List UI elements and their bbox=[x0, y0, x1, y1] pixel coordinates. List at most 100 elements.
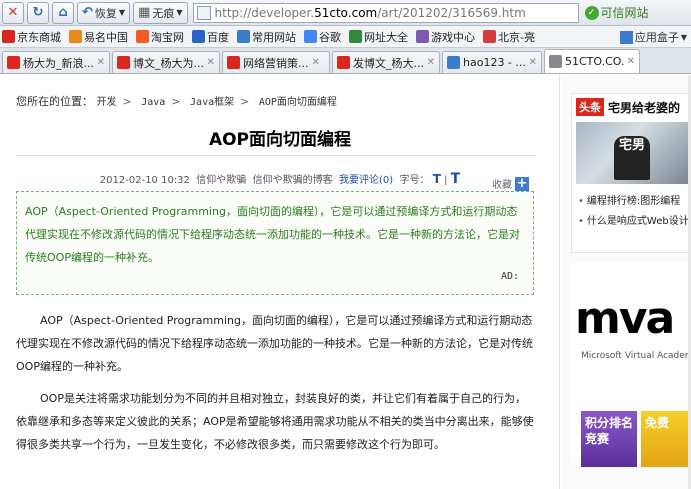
comment-link[interactable]: 我要评论(0) bbox=[339, 175, 393, 186]
weather-icon bbox=[483, 30, 496, 43]
close-icon: ✕ bbox=[7, 5, 19, 20]
url-prefix: http://developer. bbox=[214, 5, 315, 20]
list-item[interactable]: 什么是响应式Web设计 bbox=[578, 212, 689, 232]
check-icon: ✓ bbox=[584, 5, 599, 20]
favorite-label: 京东商城 bbox=[17, 30, 61, 44]
incognito-label: 无痕 bbox=[152, 6, 175, 20]
chevron-down-icon: ▼ bbox=[680, 32, 687, 42]
app-box-button[interactable]: 应用盒子 ▼ bbox=[619, 29, 687, 45]
favorite-label: 网址大全 bbox=[364, 30, 408, 44]
mva-subtitle: Microsoft Virtual Academy bbox=[581, 351, 691, 361]
breadcrumb-item-dev[interactable]: 开发 bbox=[97, 97, 117, 108]
mva-ad[interactable]: mva Microsoft Virtual Academy 积分排名竞赛 免费 bbox=[571, 263, 691, 467]
collect-label: 收藏 bbox=[492, 180, 512, 191]
tab-favicon-icon bbox=[549, 55, 562, 68]
chevron-down-icon: ▼ bbox=[118, 8, 126, 17]
favorite-item[interactable]: 淘宝网 bbox=[136, 29, 184, 45]
tab-close-icon[interactable]: ✕ bbox=[627, 56, 635, 67]
recover-label: 恢复 bbox=[94, 6, 117, 20]
mva-logo: mva bbox=[575, 293, 675, 344]
favorite-item[interactable]: 网址大全 bbox=[349, 29, 408, 45]
incognito-button[interactable]: ▦ 无痕 ▼ bbox=[133, 1, 188, 24]
tab-bar: 杨大为_新浪... ✕ 博文_杨大为... ✕ 网络营销策... ✕ 发博文_杨大... ✕ h… bbox=[0, 48, 691, 74]
headline-list: 编程排行榜:图形编程 什么是响应式Web设计 bbox=[572, 186, 690, 232]
breadcrumb-item-java[interactable]: Java bbox=[141, 97, 165, 108]
google-icon bbox=[304, 30, 317, 43]
article-summary: AOP（Aspect-Oriented Programming，面向切面的编程）… bbox=[16, 191, 534, 295]
article-meta: 2012-02-10 10:32 信仰や欺骗 信仰や欺骗的博客 我要评论(0) … bbox=[99, 171, 461, 187]
tab-item[interactable]: 杨大为_新浪... ✕ bbox=[2, 51, 110, 73]
font-small-button[interactable]: T bbox=[433, 172, 441, 186]
tab-close-icon[interactable]: ✕ bbox=[207, 57, 215, 68]
breadcrumb-item-current: AOP面向切面编程 bbox=[258, 97, 337, 108]
tab-favicon-icon bbox=[447, 56, 460, 69]
favorite-item[interactable]: 游戏中心 bbox=[416, 29, 475, 45]
tab-item[interactable]: 网络营销策... ✕ bbox=[222, 51, 330, 73]
ranking-ad-tile[interactable]: 积分排名竞赛 bbox=[581, 411, 637, 467]
article-paragraph-2: OOP是关注将需求功能划分为不同的并且相对独立，封装良好的类，并让它们有着属于自… bbox=[16, 392, 534, 451]
incognito-icon: ▦ bbox=[138, 5, 151, 20]
breadcrumb-item-java-framework[interactable]: Java框架 bbox=[190, 97, 234, 108]
tab-close-icon[interactable]: ✕ bbox=[97, 57, 105, 68]
tab-label: 博文_杨大为... bbox=[133, 56, 204, 70]
favorite-item[interactable]: 常用网站 bbox=[237, 29, 296, 45]
address-bar[interactable]: http://developer. 51cto.com/art/201202/31… bbox=[192, 2, 579, 23]
url-path: /art/201202/316569.htm bbox=[377, 5, 526, 20]
site-nav-icon bbox=[349, 30, 362, 43]
trusted-site-badge[interactable]: ✓ 可信网站 bbox=[584, 4, 649, 21]
tab-item[interactable]: hao123 - ... ✕ bbox=[442, 51, 542, 73]
favorite-label: 常用网站 bbox=[252, 30, 296, 44]
favorite-label: 淘宝网 bbox=[151, 30, 184, 44]
favorite-item[interactable]: 易名中国 bbox=[69, 29, 128, 45]
tab-label: 发博文_杨大... bbox=[353, 56, 424, 70]
recover-button[interactable]: ↶ 恢复 ▼ bbox=[77, 1, 131, 24]
tab-favicon-icon bbox=[117, 56, 130, 69]
tab-item[interactable]: 博文_杨大为... ✕ bbox=[112, 51, 220, 73]
list-item[interactable]: 编程排行榜:图形编程 bbox=[578, 192, 686, 212]
refresh-button[interactable]: ↻ bbox=[27, 1, 49, 24]
game-icon bbox=[416, 30, 429, 43]
favorite-item[interactable]: 百度 bbox=[192, 29, 229, 45]
favorite-label: 谷歌 bbox=[319, 30, 341, 44]
refresh-icon: ↻ bbox=[32, 5, 44, 20]
favorite-item[interactable]: 京东商城 bbox=[2, 29, 61, 45]
app-box-label: 应用盒子 bbox=[634, 31, 679, 44]
home-icon: ⌂ bbox=[58, 5, 68, 20]
font-large-button[interactable]: T bbox=[451, 171, 461, 187]
article-paragraph-1: AOP（Aspect-Oriented Programming，面向切面的编程）… bbox=[16, 314, 533, 373]
right-sidebar: 头条 宅男给老婆的 宅男 编程排行榜:图形编程 什么是响应式Web设计 mva … bbox=[561, 75, 691, 489]
title-divider bbox=[16, 155, 536, 156]
grid-icon bbox=[619, 30, 633, 44]
tab-close-icon[interactable]: ✕ bbox=[427, 57, 435, 68]
tab-close-icon[interactable]: ✕ bbox=[529, 57, 537, 68]
tab-item[interactable]: 发博文_杨大... ✕ bbox=[332, 51, 440, 73]
tab-close-icon[interactable]: ✕ bbox=[312, 57, 320, 68]
chevron-down-icon: ▼ bbox=[176, 8, 183, 17]
meta-date: 2012-02-10 10:32 bbox=[99, 175, 190, 186]
headline[interactable]: 头条 宅男给老婆的 bbox=[572, 94, 690, 120]
favorite-item[interactable]: 谷歌 bbox=[304, 29, 341, 45]
headline-text: 宅男给老婆的 bbox=[608, 100, 681, 115]
tab-favicon-icon bbox=[227, 56, 240, 69]
undo-icon: ↶ bbox=[82, 5, 93, 20]
favorite-label: 易名中国 bbox=[84, 30, 128, 44]
tab-label: 网络营销策... bbox=[243, 56, 309, 70]
tab-item[interactable]: 51CTO.CO...✕ bbox=[544, 49, 640, 73]
meta-author-link[interactable]: 信仰や欺骗 bbox=[196, 175, 246, 186]
favorite-label: 游戏中心 bbox=[431, 30, 475, 44]
ename-icon bbox=[69, 30, 82, 43]
baidu-icon bbox=[192, 30, 205, 43]
free-ad-tile[interactable]: 免费 bbox=[641, 411, 691, 467]
taobao-icon bbox=[136, 30, 149, 43]
browser-navbar: ✕ ↻ ⌂ ↶ 恢复 ▼ ▦ 无痕 ▼ http://developer. 51cto.c… bbox=[0, 0, 691, 26]
plus-icon: + bbox=[515, 176, 529, 191]
stop-button[interactable]: ✕ bbox=[2, 1, 24, 24]
headline-image[interactable]: 宅男 bbox=[576, 122, 688, 184]
headline-tag: 头条 bbox=[576, 98, 604, 116]
tab-favicon-icon bbox=[337, 56, 350, 69]
home-button[interactable]: ⌂ bbox=[52, 1, 74, 24]
favorite-item[interactable]: 北京-亮 bbox=[483, 29, 535, 45]
trusted-label: 可信网站 bbox=[600, 6, 649, 20]
meta-source-link[interactable]: 信仰や欺骗的博客 bbox=[253, 175, 333, 186]
collect-button[interactable]: 收藏 + bbox=[492, 176, 529, 191]
